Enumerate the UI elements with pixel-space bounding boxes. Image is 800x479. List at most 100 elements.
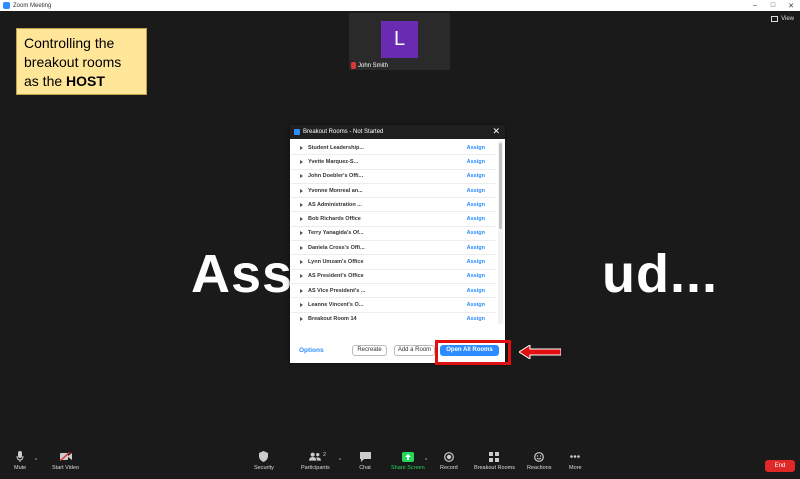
- chat-bubble-icon: [359, 451, 371, 462]
- minimize-icon[interactable]: –: [746, 0, 764, 11]
- security-button[interactable]: Security: [254, 451, 274, 471]
- end-meeting-button[interactable]: End: [765, 460, 795, 472]
- expand-arrow-icon[interactable]: [300, 145, 303, 150]
- participant-avatar: L: [381, 21, 418, 58]
- expand-arrow-icon[interactable]: [300, 188, 303, 193]
- breakout-room-row[interactable]: Terry Yanagida's Of... Assign: [291, 227, 496, 242]
- add-room-button[interactable]: Add a Room: [394, 344, 435, 356]
- room-name: Bob Richards Office: [308, 216, 361, 223]
- participants-count: 2: [323, 452, 327, 458]
- assign-link[interactable]: Assign: [467, 188, 485, 194]
- breakout-room-row[interactable]: Leanne Vincent's O... Assign: [291, 298, 496, 313]
- zoom-meeting-window: Zoom Meeting – □ ✕ View Controlling the …: [0, 0, 800, 479]
- expand-arrow-icon[interactable]: [300, 260, 303, 265]
- red-arrow-icon: [519, 345, 561, 359]
- participant-tile[interactable]: L John Smith: [349, 13, 450, 70]
- assign-link[interactable]: Assign: [467, 159, 485, 165]
- breakout-room-row[interactable]: Bob Richards Office Assign: [291, 212, 496, 227]
- assign-link[interactable]: Assign: [467, 259, 485, 265]
- assign-link[interactable]: Assign: [467, 302, 485, 308]
- participants-chevron-icon[interactable]: ^: [339, 458, 341, 464]
- record-icon: [443, 451, 455, 462]
- expand-arrow-icon[interactable]: [300, 245, 303, 250]
- expand-arrow-icon[interactable]: [300, 174, 303, 179]
- room-name: Student Leadership...: [308, 144, 364, 151]
- expand-arrow-icon[interactable]: [300, 302, 303, 307]
- room-name: AS Administration ...: [308, 201, 362, 208]
- breakout-rooms-button[interactable]: Breakout Rooms: [474, 451, 515, 471]
- breakout-room-row[interactable]: Daniela Cross's Offi... Assign: [291, 241, 496, 256]
- participant-name-row: John Smith: [351, 62, 388, 69]
- breakout-room-row[interactable]: Yvonne Monreal an... Assign: [291, 184, 496, 199]
- expand-arrow-icon[interactable]: [300, 217, 303, 222]
- start-video-button[interactable]: Start Video: [52, 451, 79, 471]
- expand-arrow-icon[interactable]: [300, 202, 303, 207]
- assign-link[interactable]: Assign: [467, 316, 485, 322]
- chat-label: Chat: [359, 465, 371, 471]
- breakout-room-row[interactable]: John Doebler's Offi... Assign: [291, 170, 496, 184]
- room-name: Terry Yanagida's Of...: [308, 230, 364, 237]
- callout-line-1: Controlling the: [24, 35, 115, 51]
- title-bar: Zoom Meeting – □ ✕: [0, 0, 800, 11]
- microphone-icon: [14, 451, 26, 462]
- grid-view-icon: [771, 16, 779, 22]
- record-button[interactable]: Record: [440, 451, 458, 471]
- assign-link[interactable]: Assign: [467, 202, 485, 208]
- shield-icon: [258, 451, 270, 462]
- breakout-room-row[interactable]: AS President's Office Assign: [291, 270, 496, 284]
- breakout-room-row[interactable]: AS Administration ... Assign: [291, 198, 496, 213]
- audio-options-chevron-icon[interactable]: ^: [35, 458, 37, 464]
- expand-arrow-icon[interactable]: [300, 288, 303, 293]
- room-name: Leanne Vincent's O...: [308, 301, 364, 308]
- breakout-room-row[interactable]: Yvette Marquez-S... Assign: [291, 155, 496, 170]
- view-button[interactable]: View: [771, 16, 794, 22]
- breakout-rooms-label: Breakout Rooms: [474, 465, 515, 471]
- mute-button[interactable]: Mute: [14, 451, 26, 471]
- breakout-room-row[interactable]: Breakout Room 14 Assign: [291, 313, 496, 324]
- assign-link[interactable]: Assign: [467, 230, 485, 236]
- expand-arrow-icon[interactable]: [300, 274, 303, 279]
- assign-link[interactable]: Assign: [467, 173, 485, 179]
- room-name: Lynn Umzam's Office: [308, 259, 364, 266]
- room-name: Yvonne Monreal an...: [308, 187, 363, 194]
- participant-name: John Smith: [358, 62, 389, 69]
- reactions-label: Reactions: [527, 465, 552, 471]
- share-screen-label: Share Screen: [391, 465, 425, 471]
- room-name: Yvette Marquez-S...: [308, 158, 359, 165]
- assign-link[interactable]: Assign: [467, 145, 485, 151]
- options-link[interactable]: Options: [299, 347, 324, 354]
- maximize-icon[interactable]: □: [764, 0, 782, 11]
- share-screen-button[interactable]: Share Screen: [391, 451, 425, 471]
- room-name: John Doebler's Offi...: [308, 173, 364, 180]
- assign-link[interactable]: Assign: [467, 273, 485, 279]
- reactions-button[interactable]: Reactions: [527, 451, 551, 471]
- assign-link[interactable]: Assign: [467, 245, 485, 251]
- room-list-scrollbar[interactable]: [498, 141, 503, 324]
- participants-label: Participants: [301, 465, 330, 471]
- chat-button[interactable]: Chat: [359, 451, 371, 471]
- close-window-icon[interactable]: ✕: [782, 0, 800, 11]
- callout-line-2: breakout rooms: [24, 54, 122, 70]
- more-button[interactable]: More: [569, 451, 582, 471]
- dialog-title: Breakout Rooms - Not Started: [303, 129, 384, 135]
- breakout-room-row[interactable]: AS Vice President's ... Assign: [291, 284, 496, 299]
- expand-arrow-icon[interactable]: [300, 159, 303, 164]
- window-title: Zoom Meeting: [13, 2, 52, 9]
- breakout-room-row[interactable]: Lynn Umzam's Office Assign: [291, 255, 496, 270]
- room-name: AS President's Office: [308, 273, 364, 280]
- scrollbar-thumb[interactable]: [499, 143, 502, 229]
- assign-link[interactable]: Assign: [467, 288, 485, 294]
- security-label: Security: [254, 465, 274, 471]
- record-label: Record: [440, 465, 458, 471]
- dialog-title-bar: Breakout Rooms - Not Started ✕: [290, 125, 505, 139]
- close-dialog-icon[interactable]: ✕: [492, 126, 500, 137]
- share-options-chevron-icon[interactable]: ^: [425, 458, 427, 464]
- breakout-room-row[interactable]: Student Leadership... Assign: [291, 141, 496, 156]
- expand-arrow-icon[interactable]: [300, 231, 303, 236]
- video-off-icon: [59, 451, 72, 462]
- recreate-button[interactable]: Recreate: [352, 344, 387, 356]
- assign-link[interactable]: Assign: [467, 216, 485, 222]
- instruction-callout: Controlling the breakout rooms as the HO…: [16, 28, 147, 95]
- expand-arrow-icon[interactable]: [300, 317, 303, 322]
- mute-label: Mute: [14, 465, 27, 471]
